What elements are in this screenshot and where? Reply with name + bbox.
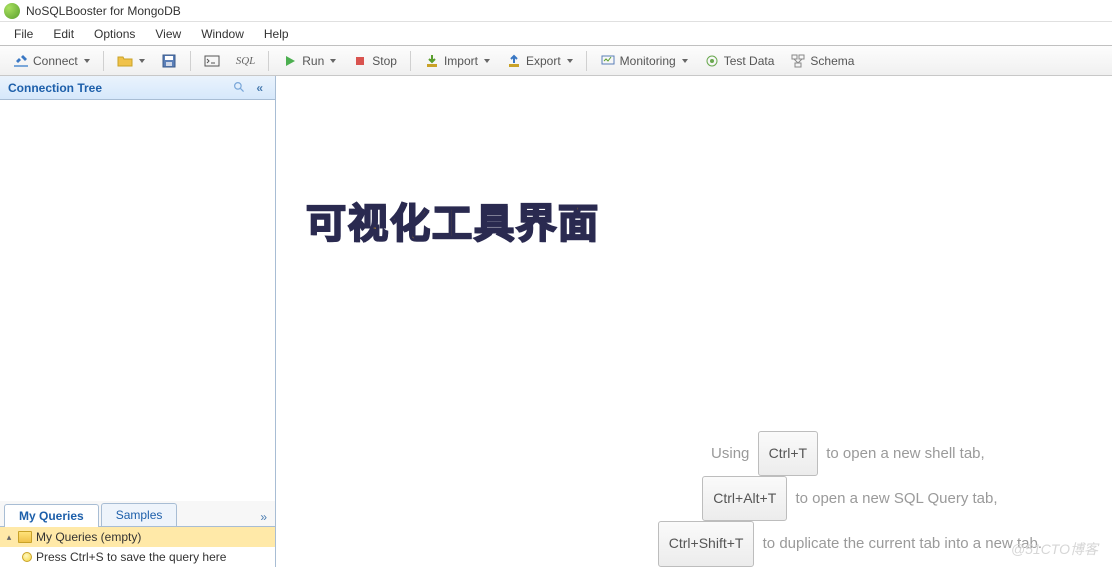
save-icon — [161, 53, 177, 69]
monitoring-label: Monitoring — [620, 54, 676, 68]
titlebar: NoSQLBooster for MongoDB — [0, 0, 1112, 22]
menu-help[interactable]: Help — [254, 24, 299, 44]
sidebar-tabs: My Queries Samples » — [0, 501, 275, 527]
separator — [103, 51, 104, 71]
kbd-ctrl-shift-t: Ctrl+Shift+T — [658, 521, 755, 566]
monitoring-button[interactable]: Monitoring — [593, 49, 695, 73]
stop-label: Stop — [372, 54, 397, 68]
tab-my-queries[interactable]: My Queries — [4, 504, 99, 527]
schema-icon — [790, 53, 806, 69]
connection-tree-title: Connection Tree — [8, 81, 102, 95]
run-label: Run — [302, 54, 324, 68]
my-queries-hint: Press Ctrl+S to save the query here — [36, 550, 226, 564]
save-button[interactable] — [154, 49, 184, 73]
sql-label: SQL — [236, 55, 256, 67]
caret-icon — [330, 59, 336, 63]
stop-button[interactable]: Stop — [345, 49, 404, 73]
caret-icon — [84, 59, 90, 63]
sidebar: Connection Tree « My Queries Samples » ▴… — [0, 76, 276, 567]
menu-edit[interactable]: Edit — [43, 24, 84, 44]
run-button[interactable]: Run — [275, 49, 343, 73]
stop-icon — [352, 53, 368, 69]
separator — [410, 51, 411, 71]
separator — [268, 51, 269, 71]
export-button[interactable]: Export — [499, 49, 580, 73]
import-icon — [424, 53, 440, 69]
export-icon — [506, 53, 522, 69]
connection-tree-body — [0, 100, 275, 501]
play-icon — [282, 53, 298, 69]
hint-line-3: Ctrl+Shift+T to duplicate the current ta… — [654, 521, 1042, 566]
terminal-icon — [204, 53, 220, 69]
testdata-icon — [704, 53, 720, 69]
menu-options[interactable]: Options — [84, 24, 145, 44]
menu-window[interactable]: Window — [191, 24, 254, 44]
tabs-expand-icon[interactable]: » — [256, 508, 271, 526]
workspace: Connection Tree « My Queries Samples » ▴… — [0, 76, 1112, 567]
schema-label: Schema — [810, 54, 854, 68]
testdata-label: Test Data — [724, 54, 775, 68]
hint-line-1: Using Ctrl+T to open a new shell tab, — [654, 431, 1042, 476]
kbd-ctrl-alt-t: Ctrl+Alt+T — [702, 476, 787, 521]
separator — [586, 51, 587, 71]
monitor-icon — [600, 53, 616, 69]
kbd-ctrl-t: Ctrl+T — [758, 431, 819, 476]
my-queries-root[interactable]: ▴ My Queries (empty) — [0, 527, 275, 547]
menu-file[interactable]: File — [4, 24, 43, 44]
sql-button[interactable]: SQL — [229, 49, 263, 73]
shortcut-hints: Using Ctrl+T to open a new shell tab, Ct… — [654, 431, 1042, 567]
plug-icon — [13, 53, 29, 69]
open-button[interactable] — [110, 49, 152, 73]
app-logo-icon — [4, 3, 20, 19]
import-button[interactable]: Import — [417, 49, 497, 73]
caret-icon — [139, 59, 145, 63]
import-label: Import — [444, 54, 478, 68]
overlay-title: 可视化工具界面 — [306, 191, 600, 249]
tab-samples[interactable]: Samples — [101, 503, 178, 526]
caret-icon — [682, 59, 688, 63]
watermark: @51CTO博客 — [1011, 539, 1098, 559]
connection-tree-header: Connection Tree « — [0, 76, 275, 100]
menu-view[interactable]: View — [145, 24, 191, 44]
folder-open-icon — [117, 53, 133, 69]
twisty-icon[interactable]: ▴ — [4, 532, 14, 543]
separator — [190, 51, 191, 71]
my-queries-root-label: My Queries (empty) — [36, 530, 141, 544]
search-icon[interactable] — [233, 81, 246, 94]
menubar: File Edit Options View Window Help — [0, 22, 1112, 46]
testdata-button[interactable]: Test Data — [697, 49, 782, 73]
shell-button[interactable] — [197, 49, 227, 73]
window-title: NoSQLBooster for MongoDB — [26, 4, 181, 18]
my-queries-hint-row: Press Ctrl+S to save the query here — [0, 547, 275, 567]
caret-icon — [567, 59, 573, 63]
caret-icon — [484, 59, 490, 63]
connect-button[interactable]: Connect — [6, 49, 97, 73]
my-queries-tree: ▴ My Queries (empty) Press Ctrl+S to sav… — [0, 527, 275, 567]
toolbar: Connect SQL Run Stop Import Export Monit… — [0, 46, 1112, 76]
hint-line-2: Ctrl+Alt+T to open a new SQL Query tab, — [654, 476, 1042, 521]
schema-button[interactable]: Schema — [783, 49, 861, 73]
collapse-icon[interactable]: « — [252, 79, 267, 97]
folder-icon — [18, 531, 32, 543]
main-area: 可视化工具界面 Using Ctrl+T to open a new shell… — [276, 76, 1112, 567]
connect-label: Connect — [33, 54, 78, 68]
lightbulb-icon — [22, 552, 32, 562]
export-label: Export — [526, 54, 561, 68]
